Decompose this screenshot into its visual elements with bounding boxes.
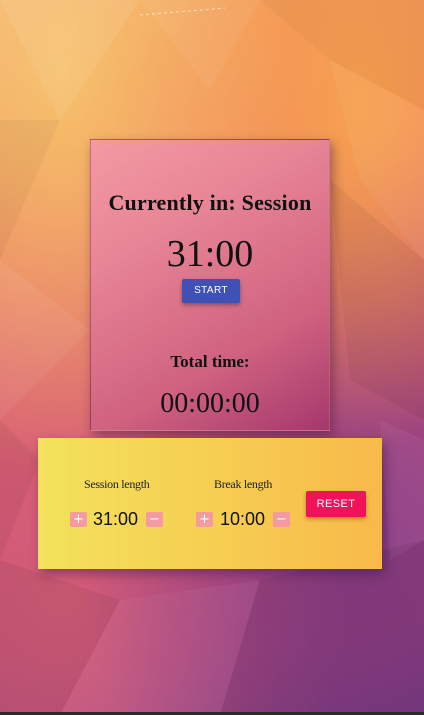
session-length-value: 31:00 [93, 509, 139, 529]
break-length-value: 10:00 [220, 509, 266, 529]
status-text: Currently in: Session [108, 190, 312, 215]
break-decrement-button[interactable]: − [273, 512, 290, 527]
break-length-label: Break length [214, 477, 273, 491]
minus-icon: − [149, 512, 160, 527]
timer-card: Currently in: Session 31:00 START Total … [90, 139, 330, 431]
timer-clock: 31:00 [166, 233, 254, 275]
session-increment-button[interactable]: + [70, 512, 87, 527]
plus-icon: + [199, 512, 210, 527]
settings-panel: Session length Break length + 31:00 − + … [38, 438, 382, 569]
break-increment-button[interactable]: + [196, 512, 213, 527]
session-length-label: Session length [84, 477, 150, 491]
start-button[interactable]: START [182, 279, 240, 303]
plus-icon: + [73, 512, 84, 527]
total-time-value: 00:00:00 [160, 388, 260, 419]
session-decrement-button[interactable]: − [146, 512, 163, 527]
minus-icon: − [276, 512, 287, 527]
reset-button[interactable]: RESET [306, 491, 366, 517]
total-time-label: Total time: [170, 352, 250, 371]
